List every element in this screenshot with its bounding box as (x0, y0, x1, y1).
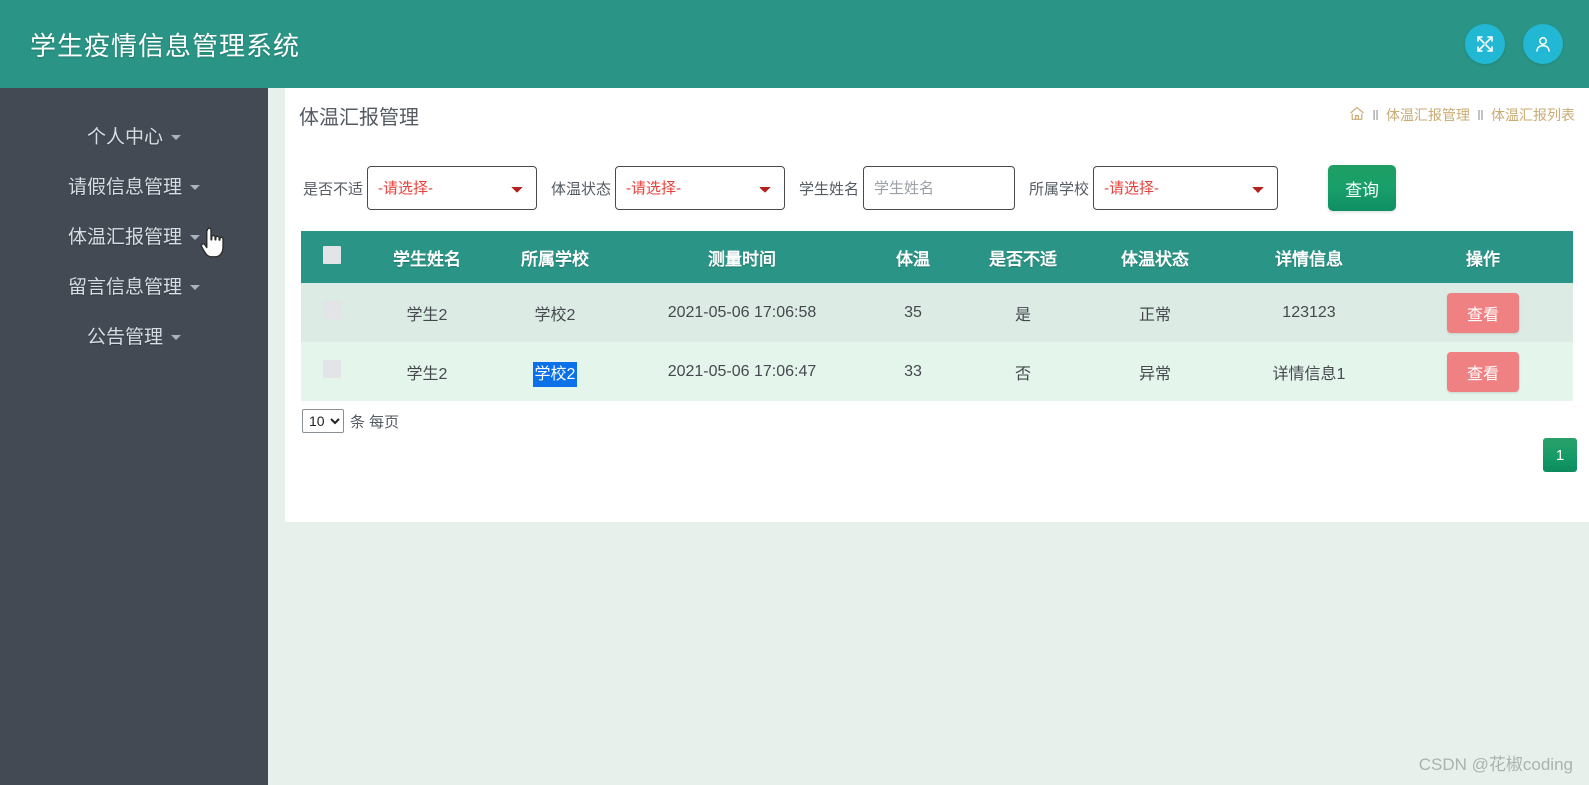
breadcrumb-item-temperature-report[interactable]: 体温汇报管理 (1386, 105, 1470, 125)
cell-temperature: 33 (904, 362, 922, 380)
column-temp-status: 体温状态 (1121, 249, 1189, 269)
row-select-cell (301, 283, 363, 342)
user-icon[interactable] (1523, 24, 1563, 64)
watermark: CSDN @花椒coding (1418, 755, 1573, 774)
row-checkbox[interactable] (323, 301, 341, 319)
select-all-header (301, 231, 363, 283)
temp-status-filter-label: 体温状态 (551, 180, 612, 198)
sidebar-item-label: 体温汇报管理 (67, 226, 182, 248)
cell-student-name: 学生2 (406, 365, 448, 383)
discomfort-filter-label: 是否不适 (303, 180, 364, 198)
page-title: 体温汇报管理 (299, 107, 419, 129)
discomfort-select[interactable]: -请选择- (367, 166, 538, 210)
app-root: 学生疫情信息管理系统 个人中心 请假信息管理 体温汇报管理 留言信息管理 公告管… (0, 0, 1589, 785)
per-page-label: 条 每页 (350, 413, 400, 431)
header-actions (1465, 24, 1563, 64)
content-panel: 体温汇报管理 ‖ 体温汇报管理 ‖ 体温汇报列表 是否不适 -请选择- 体温状态… (285, 88, 1589, 522)
sidebar-item-label: 留言信息管理 (67, 276, 182, 298)
sidebar-item-announcement[interactable]: 公告管理 (0, 310, 268, 360)
cell-school-text: 学校2 (534, 306, 576, 324)
cell-detail: 详情信息1 (1272, 365, 1346, 383)
chevron-down-icon (190, 234, 200, 240)
sidebar: 个人中心 请假信息管理 体温汇报管理 留言信息管理 公告管理 (0, 88, 268, 785)
temperature-report-table: 学生姓名 所属学校 测量时间 体温 是否不适 体温状态 详情信息 操作 学生2 … (301, 231, 1573, 401)
sidebar-item-label: 个人中心 (86, 126, 163, 148)
column-temperature: 体温 (896, 249, 930, 269)
per-page-select[interactable]: 10 (302, 409, 344, 433)
cell-discomfort: 否 (1014, 365, 1031, 383)
panel-header: 体温汇报管理 ‖ 体温汇报管理 ‖ 体温汇报列表 (285, 88, 1589, 143)
breadcrumb: ‖ 体温汇报管理 ‖ 体温汇报列表 (1349, 105, 1575, 125)
top-header: 学生疫情信息管理系统 (0, 0, 1589, 88)
sidebar-item-temperature-report[interactable]: 体温汇报管理 (0, 210, 268, 260)
cell-temperature: 35 (904, 303, 922, 321)
view-button[interactable]: 查看 (1447, 292, 1519, 333)
column-measure-time: 测量时间 (708, 249, 776, 269)
app-title: 学生疫情信息管理系统 (30, 30, 301, 61)
cell-measure-time: 2021-05-06 17:06:58 (667, 303, 817, 321)
page-number-button[interactable]: 1 (1543, 438, 1577, 472)
table-row[interactable]: 学生2 学校2 2021-05-06 17:06:58 35 是 正常 1231… (301, 283, 1573, 342)
column-student-name: 学生姓名 (393, 249, 461, 269)
cell-temp-status: 异常 (1138, 365, 1171, 383)
student-name-input[interactable] (863, 166, 1016, 210)
student-name-filter-label: 学生姓名 (799, 180, 860, 198)
sidebar-item-message-info[interactable]: 留言信息管理 (0, 260, 268, 310)
breadcrumb-separator: ‖ (1477, 107, 1484, 123)
cell-discomfort: 是 (1014, 306, 1031, 324)
chevron-down-icon (171, 334, 181, 340)
school-filter-label: 所属学校 (1029, 180, 1090, 198)
cell-action: 查看 (1393, 342, 1573, 401)
cell-detail: 123123 (1282, 303, 1336, 321)
school-select[interactable]: -请选择- (1093, 166, 1279, 210)
sidebar-item-label: 公告管理 (86, 326, 163, 348)
breadcrumb-separator: ‖ (1372, 107, 1380, 123)
cell-measure-time: 2021-05-06 17:06:47 (667, 362, 817, 380)
view-button[interactable]: 查看 (1447, 351, 1519, 392)
column-action: 操作 (1466, 249, 1500, 269)
cell-action: 查看 (1393, 283, 1573, 342)
chevron-down-icon (190, 284, 200, 290)
table-header: 学生姓名 所属学校 测量时间 体温 是否不适 体温状态 详情信息 操作 (301, 231, 1573, 283)
table-row[interactable]: 学生2 学校2 2021-05-06 17:06:47 33 否 异常 详情信息… (301, 342, 1573, 401)
temp-status-select[interactable]: -请选择- (615, 166, 786, 210)
chevron-down-icon (171, 134, 181, 140)
table-container: 学生姓名 所属学校 测量时间 体温 是否不适 体温状态 详情信息 操作 学生2 … (285, 231, 1589, 401)
cell-school-text-selected: 学校2 (532, 361, 578, 387)
cell-student-name: 学生2 (406, 306, 448, 324)
breadcrumb-item-temperature-list[interactable]: 体温汇报列表 (1491, 105, 1575, 125)
row-checkbox[interactable] (323, 360, 341, 378)
column-detail: 详情信息 (1275, 249, 1343, 269)
sidebar-menu: 个人中心 请假信息管理 体温汇报管理 留言信息管理 公告管理 (0, 88, 268, 360)
select-all-checkbox[interactable] (323, 245, 341, 264)
cell-school: 学校2 (491, 342, 619, 401)
cell-temp-status: 正常 (1138, 306, 1171, 324)
pagination: 10 条 每页 1 (285, 401, 1589, 472)
sidebar-item-leave-info[interactable]: 请假信息管理 (0, 160, 268, 210)
cell-school: 学校2 (491, 283, 619, 342)
sidebar-item-label: 请假信息管理 (67, 176, 182, 198)
home-icon[interactable] (1349, 106, 1365, 124)
table-header-row: 学生姓名 所属学校 测量时间 体温 是否不适 体温状态 详情信息 操作 (301, 231, 1573, 283)
query-button[interactable]: 查询 (1328, 165, 1397, 211)
column-discomfort: 是否不适 (989, 249, 1057, 269)
filter-bar: 是否不适 -请选择- 体温状态 -请选择- 学生姓名 所属学校 -请选择- 查询 (285, 143, 1589, 231)
chevron-down-icon (190, 184, 200, 190)
sidebar-item-personal-center[interactable]: 个人中心 (0, 110, 268, 160)
main-content: 体温汇报管理 ‖ 体温汇报管理 ‖ 体温汇报列表 是否不适 -请选择- 体温状态… (268, 88, 1589, 785)
column-school: 所属学校 (521, 249, 589, 269)
fullscreen-icon[interactable] (1465, 24, 1505, 64)
table-body: 学生2 学校2 2021-05-06 17:06:58 35 是 正常 1231… (301, 283, 1573, 401)
row-select-cell (301, 342, 363, 401)
